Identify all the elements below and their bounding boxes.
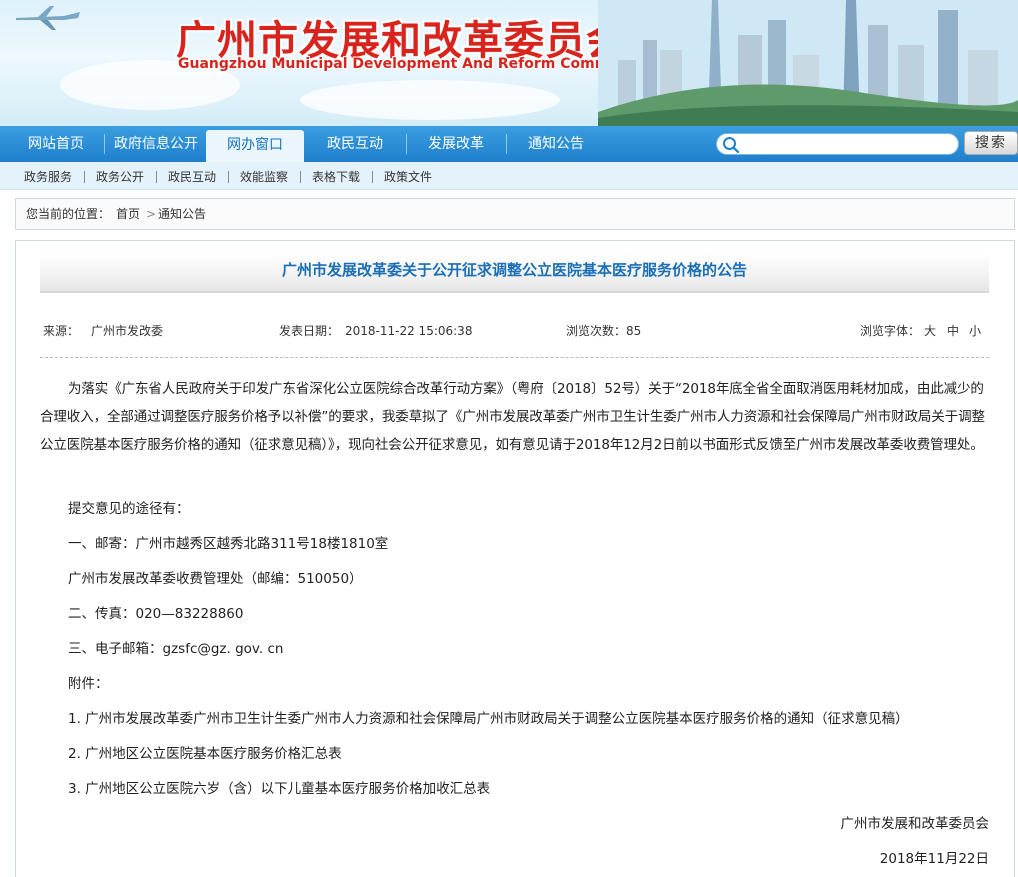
- search-button[interactable]: 搜索: [964, 131, 1018, 155]
- meta-font-label: 浏览字体：: [860, 324, 921, 338]
- subnav-interaction[interactable]: 政民互动: [168, 162, 216, 190]
- breadcrumb-separator: >: [146, 207, 157, 221]
- way-mail: 一、邮寄：广州市越秀区越秀北路311号18楼1810室: [68, 536, 389, 552]
- meta-date-label: 发表日期：: [279, 324, 340, 338]
- nav-divider: [104, 134, 105, 154]
- breadcrumb-home[interactable]: 首页: [116, 199, 140, 229]
- nav-home[interactable]: 网站首页: [12, 126, 100, 162]
- font-size-medium[interactable]: 中: [947, 323, 959, 339]
- breadcrumb: 您当前的位置： 首页 > 通知公告: [15, 198, 1015, 230]
- subnav-supervision[interactable]: 效能监察: [240, 162, 288, 190]
- subnav-gov-services[interactable]: 政务服务: [24, 162, 72, 190]
- subnav-divider: [228, 171, 229, 183]
- subnav-policies[interactable]: 政策文件: [384, 162, 432, 190]
- nav-notices[interactable]: 通知公告: [510, 126, 602, 162]
- attachment-link-1[interactable]: 1. 广州市发展改革委广州市卫生计生委广州市人力资源和社会保障局广州市财政局关于…: [68, 709, 909, 729]
- signature: 广州市发展和改革委员会: [840, 816, 990, 832]
- nav-interaction[interactable]: 政民互动: [308, 126, 402, 162]
- subnav-divider: [84, 171, 85, 183]
- city-skyline-image: [598, 0, 1018, 126]
- search-input[interactable]: [716, 133, 959, 155]
- subnav-divider: [156, 171, 157, 183]
- ways-title: 提交意见的途径有：: [68, 501, 190, 517]
- subnav-divider: [372, 171, 373, 183]
- sub-navigation: 政务服务 政务公开 政民互动 效能监察 表格下载 政策文件: [0, 162, 1018, 190]
- subnav-divider: [300, 171, 301, 183]
- meta-views-value: 85: [626, 324, 642, 338]
- meta-source-value: 广州市发改委: [91, 324, 164, 338]
- airplane-icon: [16, 6, 80, 30]
- way-fax: 二、传真：020—83228860: [68, 606, 244, 622]
- attachment-link-2[interactable]: 2. 广州地区公立医院基本医疗服务价格汇总表: [68, 744, 342, 764]
- font-size-large[interactable]: 大: [924, 323, 936, 339]
- way-email: 三、电子邮箱：gzsfc@gz. gov. cn: [68, 641, 284, 657]
- site-subtitle: Guangzhou Municipal Development And Refo…: [178, 56, 656, 72]
- attachment-link-3[interactable]: 3. 广州地区公立医院六岁（含）以下儿童基本医疗服务价格加收汇总表: [68, 779, 490, 799]
- cloud-decoration: [300, 80, 560, 120]
- search-icon: [723, 137, 740, 154]
- article-paragraph: 为落实《广东省人民政府关于印发广东省深化公立医院综合改革行动方案》（粤府〔201…: [40, 381, 985, 453]
- font-size-small[interactable]: 小: [969, 323, 981, 339]
- nav-divider: [406, 134, 407, 154]
- sign-date: 2018年11月22日: [879, 851, 989, 867]
- nav-development[interactable]: 发展改革: [410, 126, 502, 162]
- article-title: 广州市发展改革委关于公开征求调整公立医院基本医疗服务价格的公告: [40, 253, 989, 293]
- nav-divider: [506, 134, 507, 154]
- breadcrumb-current[interactable]: 通知公告: [158, 199, 206, 229]
- attachments-label: 附件：: [68, 676, 109, 692]
- meta-date-value: 2018-11-22 15:06:38: [345, 324, 473, 338]
- subnav-gov-affairs[interactable]: 政务公开: [96, 162, 144, 190]
- meta-divider: [40, 357, 989, 358]
- meta-source-label: 来源：: [43, 324, 80, 338]
- subnav-forms[interactable]: 表格下载: [312, 162, 360, 190]
- nav-gov-info[interactable]: 政府信息公开: [108, 126, 204, 162]
- breadcrumb-prefix: 您当前的位置：: [26, 207, 111, 221]
- way-mail-dept: 广州市发展改革委收费管理处（邮编：510050）: [68, 571, 363, 587]
- nav-online-service[interactable]: 网办窗口: [206, 130, 304, 162]
- header-banner: 广州市发展和改革委员会 Guangzhou Municipal Developm…: [0, 0, 1018, 126]
- meta-views-label: 浏览次数：: [566, 324, 627, 338]
